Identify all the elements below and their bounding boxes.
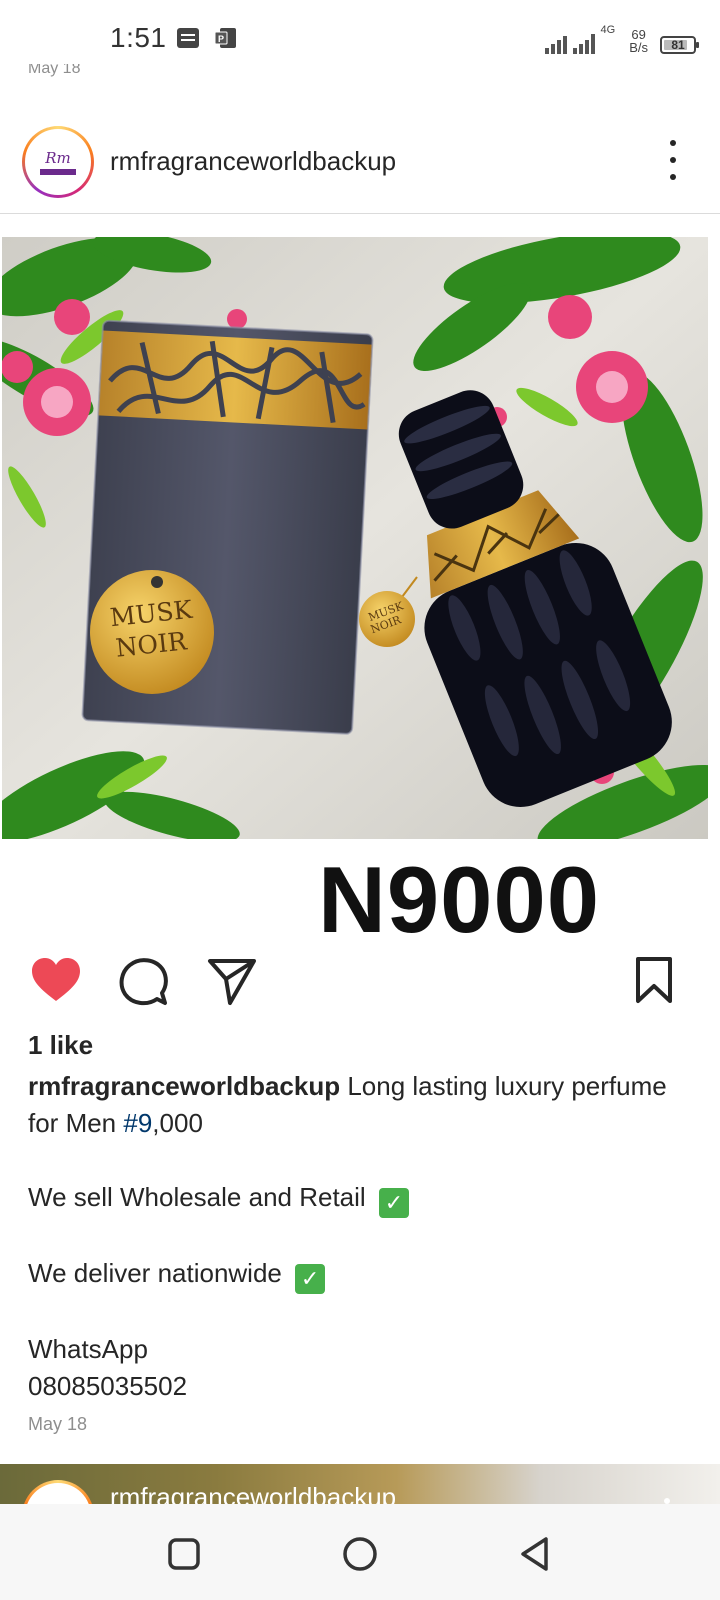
caption-delivery-text: We deliver nationwide (28, 1258, 282, 1288)
network-speed: 69 B/s (629, 28, 648, 54)
next-post-username[interactable]: rmfragranceworldbackup (110, 1482, 396, 1504)
network-type: 4G (600, 24, 616, 36)
comment-icon[interactable] (118, 955, 170, 1007)
recent-apps-icon[interactable] (164, 1534, 204, 1574)
caption-delivery-line: We deliver nationwide ✓ (28, 1255, 698, 1294)
battery-icon: 81 (660, 36, 699, 54)
status-time: 1:51 (110, 22, 167, 53)
caption-phone-number[interactable]: 08085035502 (28, 1368, 698, 1405)
check-mark-icon: ✓ (295, 1264, 326, 1294)
like-heart-icon[interactable] (30, 955, 82, 1007)
post-actions (0, 955, 720, 1015)
caption-wholesale-text: We sell Wholesale and Retail (28, 1182, 366, 1212)
back-icon[interactable] (516, 1534, 556, 1574)
caption-text-after-hashtag: ,000 (152, 1108, 203, 1138)
save-bookmark-icon[interactable] (628, 955, 680, 1007)
office-notification-icon: P (214, 28, 236, 48)
next-post-header[interactable]: rmfragranceworldbackup (0, 1464, 720, 1504)
post-caption: rmfragranceworldbackup Long lasting luxu… (28, 1068, 698, 1405)
avatar[interactable]: Rm (22, 126, 94, 198)
avatar-logo-bar (40, 169, 76, 175)
post-date: May 18 (28, 1414, 88, 1434)
battery-percent: 81 (671, 38, 685, 52)
caption-hashtag[interactable]: #9 (123, 1108, 152, 1138)
home-icon[interactable] (340, 1534, 380, 1574)
next-post-avatar[interactable] (22, 1480, 94, 1504)
status-indicators: 4G 69 B/s 81 (544, 24, 699, 54)
post-header: Rm rmfragranceworldbackup (0, 110, 720, 214)
svg-text:P: P (218, 34, 224, 44)
caption-whatsapp-label: WhatsApp (28, 1334, 148, 1364)
post-image[interactable]: MUSK NOIR MUSK NOIR (2, 237, 708, 839)
perfume-photo: MUSK NOIR MUSK NOIR (2, 237, 708, 839)
caption-wholesale-line: We sell Wholesale and Retail ✓ (28, 1179, 698, 1218)
avatar-logo-text: Rm (45, 149, 71, 167)
message-notification-icon (177, 28, 199, 48)
system-navigation-bar (0, 1504, 720, 1600)
avatar-logo: Rm (25, 129, 91, 195)
more-options-icon[interactable] (666, 140, 680, 180)
status-bar: 1:51 P 4G 69 B/s 81 (0, 0, 720, 80)
share-send-icon[interactable] (206, 955, 258, 1007)
caption-username[interactable]: rmfragranceworldbackup (28, 1071, 340, 1101)
post-username[interactable]: rmfragranceworldbackup (110, 146, 396, 177)
price-overlay: N9000 (318, 847, 600, 952)
signal-icon-4g (572, 32, 595, 54)
previous-post-date: May 18 (28, 64, 81, 77)
check-mark-icon: ✓ (378, 1188, 409, 1218)
caption-first-line: rmfragranceworldbackup Long lasting luxu… (28, 1068, 698, 1142)
speed-unit: B/s (629, 40, 648, 55)
signal-icon (544, 32, 567, 54)
likes-count[interactable]: 1 like (28, 1030, 93, 1061)
